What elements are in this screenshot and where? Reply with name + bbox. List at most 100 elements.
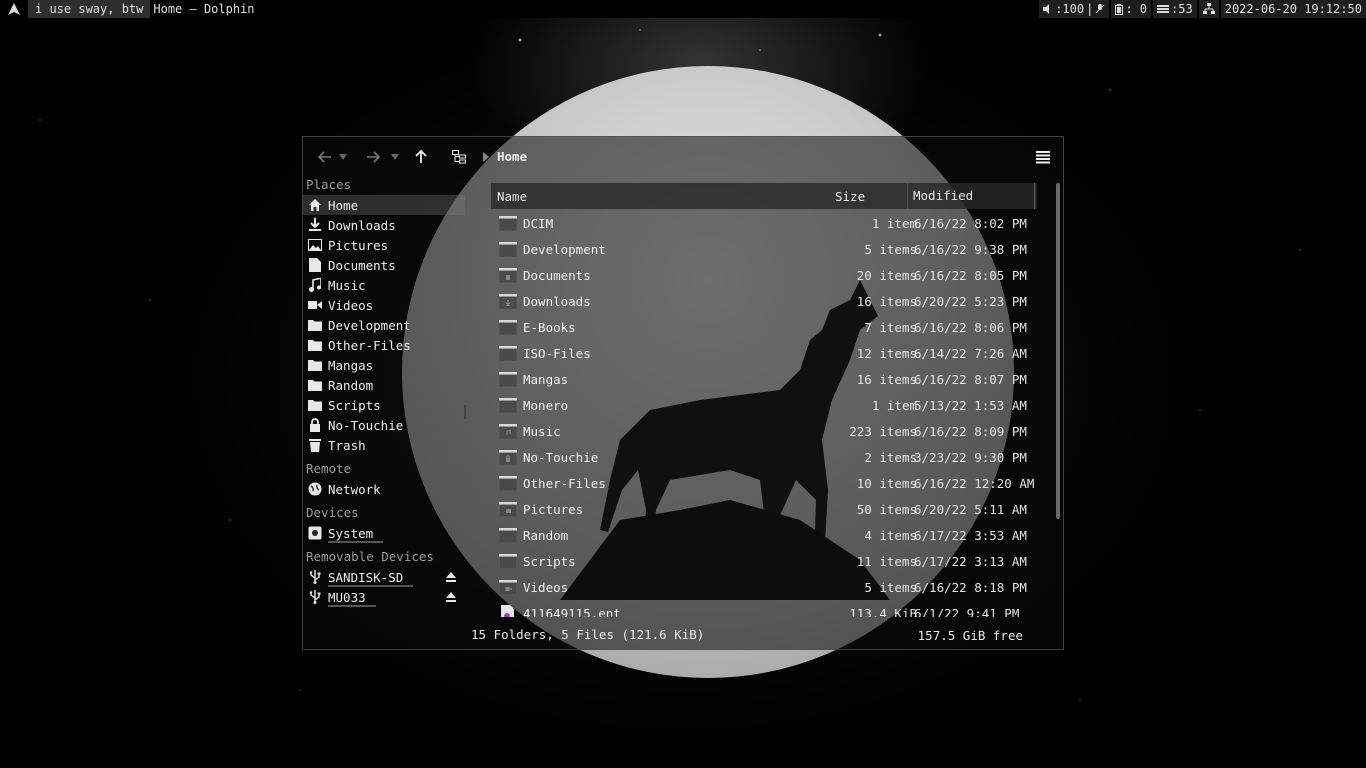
places-item-label: No-Touchie: [328, 417, 404, 433]
up-button[interactable]: [411, 147, 431, 167]
status-summary: 15 Folders, 5 Files (121.6 KiB): [471, 627, 705, 642]
file-size: 5 items: [864, 579, 917, 595]
file-size: 10 items: [856, 475, 917, 491]
places-item-label: Downloads: [328, 217, 396, 233]
file-name: Scripts: [523, 553, 576, 569]
download-icon: [307, 217, 323, 233]
places-item-label: Development: [328, 317, 411, 333]
workspace-label[interactable]: i use sway, btw: [28, 0, 151, 18]
places-item-label: Random: [328, 377, 374, 393]
file-modified: 6/20/22 5:23 PM: [914, 293, 1027, 309]
file-name: No-Touchie: [523, 449, 599, 465]
file-modified: 6/16/22 8:09 PM: [914, 423, 1027, 439]
arch-logo-icon[interactable]: [0, 0, 28, 18]
file-row[interactable]: DCIM 1 item 6/16/22 8:02 PM: [491, 210, 1037, 236]
file-row[interactable]: Music 223 items 6/16/22 8:09 PM: [491, 418, 1037, 444]
breadcrumb-home[interactable]: Home: [497, 149, 527, 164]
mic-muted-icon: [1095, 4, 1105, 14]
file-modified: 6/16/22 9:38 PM: [914, 241, 1027, 257]
places-item-development[interactable]: Development: [303, 315, 465, 335]
file-row[interactable]: No-Touchie 2 items 3/23/22 9:30 PM: [491, 444, 1037, 470]
free-space: 157.5 GiB free: [917, 628, 1023, 643]
places-item-label: MU033: [328, 589, 376, 607]
file-row[interactable]: Scripts 11 items 6/17/22 3:13 AM: [491, 548, 1037, 574]
clock[interactable]: 2022-06-20 19:12:50: [1220, 0, 1366, 18]
breadcrumb[interactable]: Home: [483, 149, 527, 164]
file-name: Downloads: [523, 293, 591, 309]
folder-icon: [499, 397, 517, 413]
places-item-random[interactable]: Random: [303, 375, 465, 395]
file-row[interactable]: Other-Files 10 items 6/16/22 12:20 AM: [491, 470, 1037, 496]
file-size: 16 items: [856, 371, 917, 387]
places-item-label: Mangas: [328, 357, 374, 373]
breadcrumb-separator-icon: [483, 151, 489, 162]
places-section-title: Places: [306, 177, 352, 192]
vertical-scrollbar[interactable]: [1056, 183, 1060, 519]
file-row[interactable]: Development 5 items 6/16/22 9:38 PM: [491, 236, 1037, 262]
back-history-dropdown[interactable]: [337, 147, 349, 167]
file-row[interactable]: Documents 20 items 6/16/22 8:05 PM: [491, 262, 1037, 288]
file-modified: 6/16/22 8:18 PM: [914, 579, 1027, 595]
folder-icon: [499, 319, 517, 335]
places-item-pictures[interactable]: Pictures: [303, 235, 465, 255]
column-size[interactable]: Size: [835, 189, 865, 204]
file-name: Documents: [523, 267, 591, 283]
file-name: Music: [523, 423, 561, 439]
places-item-documents[interactable]: Documents: [303, 255, 465, 275]
memory-indicator[interactable]: :53: [1153, 0, 1197, 18]
places-item-other-files[interactable]: Other-Files: [303, 335, 465, 355]
places-item-mangas[interactable]: Mangas: [303, 355, 465, 375]
eject-icon[interactable]: [445, 571, 457, 583]
places-item-trash[interactable]: Trash: [303, 435, 465, 455]
places-item-sandisk-sd[interactable]: SANDISK-SD: [303, 567, 465, 587]
forward-history-dropdown[interactable]: [389, 147, 401, 167]
file-name: DCIM: [523, 215, 554, 231]
file-modified: 6/16/22 8:06 PM: [914, 319, 1027, 335]
places-item-downloads[interactable]: Downloads: [303, 215, 465, 235]
file-row[interactable]: ISO-Files 12 items 6/14/22 7:26 AM: [491, 340, 1037, 366]
places-item-videos[interactable]: Videos: [303, 295, 465, 315]
home-icon: [307, 197, 323, 213]
places-item-home[interactable]: Home: [303, 195, 465, 215]
split-view-button[interactable]: [449, 147, 469, 167]
forward-button[interactable]: [363, 147, 383, 167]
column-name[interactable]: Name: [497, 189, 527, 204]
hamburger-menu-button[interactable]: [1033, 147, 1053, 167]
places-item-label: Network: [328, 481, 381, 497]
file-row[interactable]: E-Books 7 items 6/16/22 8:06 PM: [491, 314, 1037, 340]
folder-icon: [307, 357, 323, 373]
file-modified: 6/16/22 8:07 PM: [914, 371, 1027, 387]
places-item-network[interactable]: Network: [303, 479, 465, 499]
places-item-no-touchie[interactable]: No-Touchie: [303, 415, 465, 435]
places-item-music[interactable]: Music: [303, 275, 465, 295]
file-row[interactable]: Videos 5 items 6/16/22 8:18 PM: [491, 574, 1037, 600]
file-row[interactable]: 411649115.ent 113.4 KiB 6/1/22 9:41 PM: [491, 600, 1037, 617]
file-row[interactable]: Random 4 items 6/17/22 3:53 AM: [491, 522, 1037, 548]
places-item-system[interactable]: System: [303, 523, 465, 543]
file-name: 411649115.ent: [523, 605, 621, 618]
file-icon: [499, 605, 517, 617]
file-name: E-Books: [523, 319, 576, 335]
back-button[interactable]: [315, 147, 335, 167]
eject-icon[interactable]: [445, 591, 457, 603]
sway-bar: i use sway, btw Home — Dolphin :100 | : …: [0, 0, 1366, 18]
remote-section-title: Remote: [306, 461, 352, 476]
file-size: 1 item: [871, 397, 917, 413]
volume-indicator[interactable]: :100 |: [1039, 0, 1110, 18]
chevron-down-icon: [339, 154, 347, 160]
places-item-scripts[interactable]: Scripts: [303, 395, 465, 415]
places-item-label: Videos: [328, 297, 374, 313]
panel-splitter[interactable]: [464, 405, 466, 419]
file-row[interactable]: Mangas 16 items 6/16/22 8:07 PM: [491, 366, 1037, 392]
trash-icon: [307, 437, 323, 453]
folder-icon: [499, 475, 517, 491]
network-indicator[interactable]: [1198, 0, 1219, 18]
file-row[interactable]: Monero 1 item 5/13/22 1:53 AM: [491, 392, 1037, 418]
focused-window-title: Home — Dolphin: [153, 2, 255, 16]
file-row[interactable]: Downloads 16 items 6/20/22 5:23 PM: [491, 288, 1037, 314]
file-row[interactable]: Pictures 50 items 6/20/22 5:11 AM: [491, 496, 1037, 522]
battery-indicator[interactable]: : 0: [1111, 0, 1152, 18]
file-name: Other-Files: [523, 475, 606, 491]
column-modified[interactable]: Modified: [907, 183, 1035, 209]
places-item-mu033[interactable]: MU033: [303, 587, 465, 607]
